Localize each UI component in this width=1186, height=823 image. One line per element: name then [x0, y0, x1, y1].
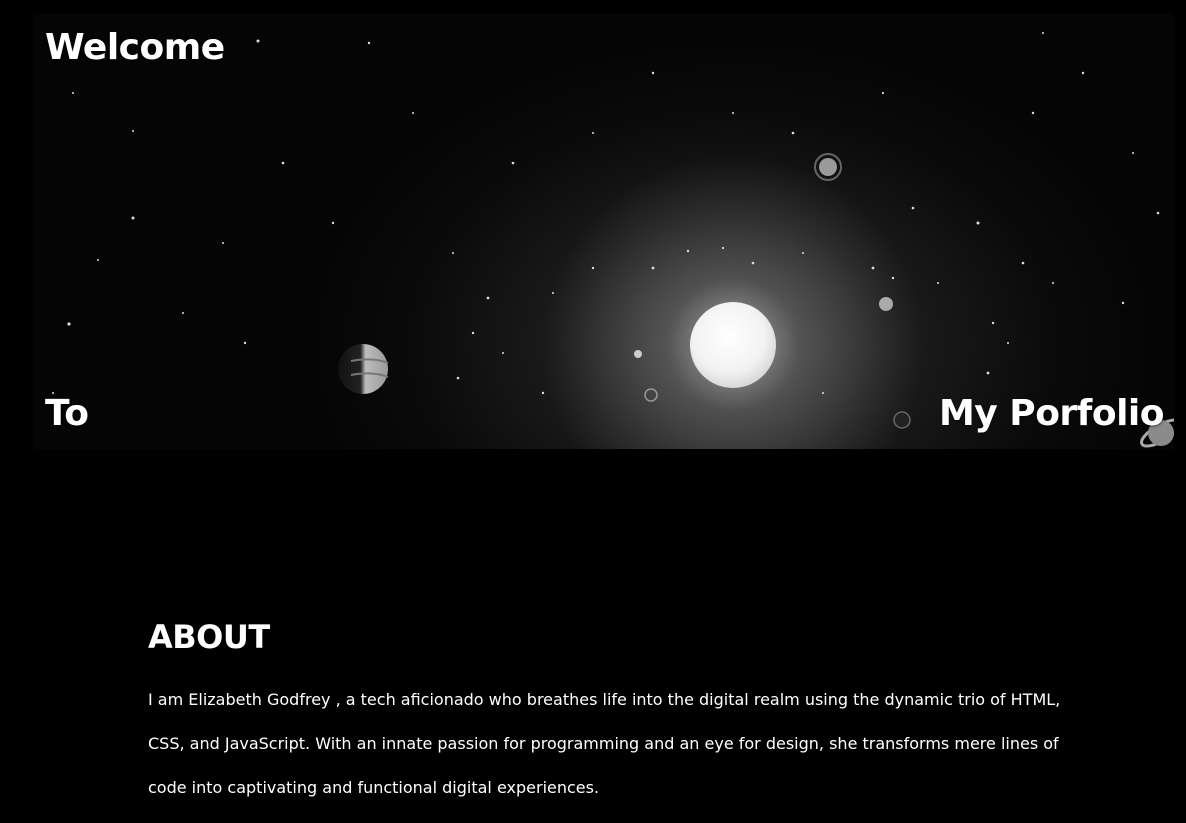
- about-text: I am Elizabeth Godfrey , a tech aficiona…: [148, 690, 1061, 797]
- planet-small: [879, 297, 893, 311]
- hero-word-to: To: [45, 393, 89, 434]
- about-heading: ABOUT: [148, 618, 270, 656]
- planet-jupiter: [338, 344, 389, 394]
- about-section: ABOUT I am Elizabeth Godfrey , a tech af…: [148, 618, 1068, 810]
- planet-small-dark: [893, 411, 911, 429]
- space-scene-image: [52, 32, 1174, 449]
- hero-word-welcome: Welcome: [45, 27, 225, 68]
- hero-banner: Welcome To My Porfolio: [33, 13, 1174, 449]
- hero-word-my-portfolio: My Porfolio: [938, 393, 1165, 434]
- sun: [690, 302, 776, 388]
- planet-small-ringed: [814, 153, 842, 181]
- planet-moon: [634, 350, 642, 358]
